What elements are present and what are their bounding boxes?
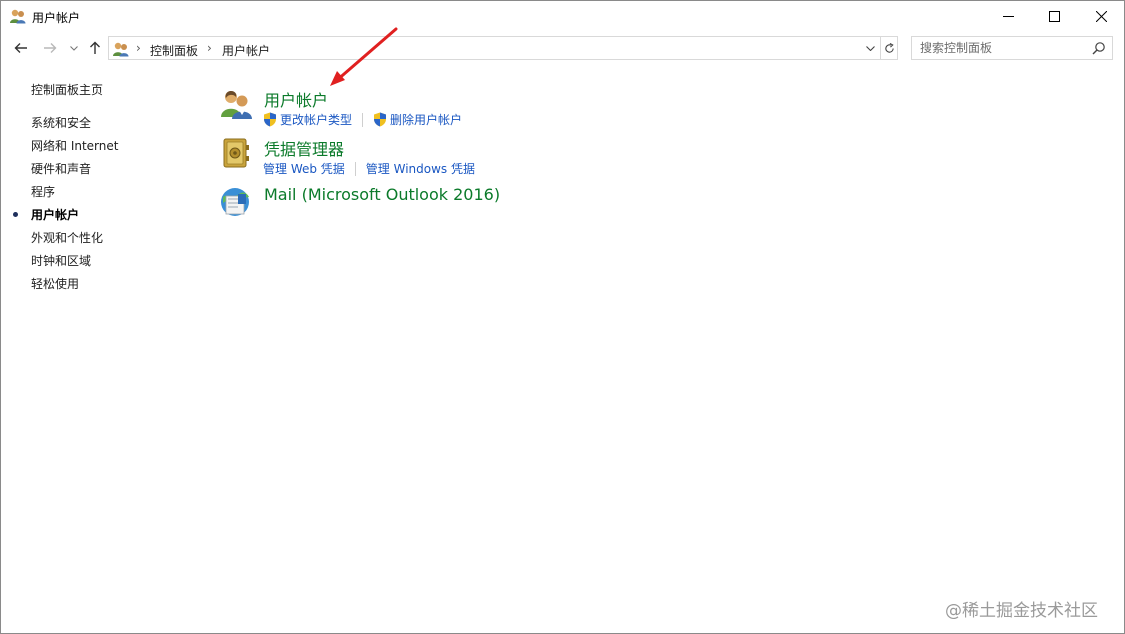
up-button[interactable] xyxy=(85,36,105,60)
sidebar-item-appearance[interactable]: 外观和个性化 xyxy=(31,229,118,252)
sidebar-item-hardware-sound[interactable]: 硬件和声音 xyxy=(31,160,118,183)
breadcrumb-user-accounts[interactable]: 用户帐户 xyxy=(222,42,270,59)
sidebar-item-user-accounts[interactable]: 用户帐户 xyxy=(13,206,118,229)
sidebar-item-system-security[interactable]: 系统和安全 xyxy=(31,114,118,137)
forward-button[interactable] xyxy=(39,36,61,60)
breadcrumb-separator[interactable]: › xyxy=(207,41,212,55)
breadcrumb-control-panel[interactable]: 控制面板 xyxy=(150,42,198,59)
breadcrumb-separator[interactable]: › xyxy=(136,41,141,55)
link-divider xyxy=(362,112,364,127)
navigation-bar: › 控制面板 › 用户帐户 xyxy=(1,34,1124,62)
recent-locations-button[interactable] xyxy=(67,36,81,60)
entry-task-links: 更改帐户类型 删除用户帐户 xyxy=(263,111,462,128)
minimize-button[interactable] xyxy=(985,1,1031,32)
refresh-icon xyxy=(885,42,894,53)
users-icon xyxy=(113,42,129,57)
link-label: 更改帐户类型 xyxy=(280,113,353,127)
close-icon xyxy=(1095,11,1107,22)
manage-windows-credentials-link[interactable]: 管理 Windows 凭据 xyxy=(366,160,475,177)
chevron-down-icon xyxy=(70,45,78,51)
sidebar-item-network-internet[interactable]: 网络和 Internet xyxy=(31,137,118,160)
control-panel-home-link[interactable]: 控制面板主页 xyxy=(31,81,103,98)
uac-shield-icon xyxy=(374,112,387,127)
category-list: 系统和安全 网络和 Internet 硬件和声音 程序 用户帐户 外观和个性化 … xyxy=(13,114,118,298)
minimize-icon xyxy=(1002,16,1014,17)
sidebar-item-ease-of-access[interactable]: 轻松使用 xyxy=(31,275,118,298)
back-button[interactable] xyxy=(10,36,32,60)
search-icon[interactable] xyxy=(1092,41,1106,55)
arrow-right-icon xyxy=(44,43,57,53)
maximize-icon xyxy=(1048,11,1060,22)
search-input[interactable] xyxy=(912,37,1088,59)
arrow-left-icon xyxy=(14,43,27,53)
user-accounts-link[interactable]: 用户帐户 xyxy=(264,87,328,111)
current-page-bullet xyxy=(13,212,18,217)
maximize-button[interactable] xyxy=(1031,1,1077,32)
refresh-button[interactable] xyxy=(880,37,898,59)
uac-shield-icon xyxy=(264,112,276,127)
address-bar[interactable]: › 控制面板 › 用户帐户 xyxy=(108,36,898,60)
credential-manager-link[interactable]: 凭据管理器 xyxy=(264,136,344,160)
watermark-text: @稀土掘金技术社区 xyxy=(945,601,1098,621)
delete-user-account-link[interactable]: 删除用户帐户 xyxy=(373,111,462,128)
credential-vault-icon[interactable] xyxy=(219,136,253,170)
sidebar-item-label: 用户帐户 xyxy=(31,208,80,222)
mail-icon[interactable] xyxy=(219,185,253,219)
title-bar: 用户帐户 xyxy=(1,1,1124,32)
arrow-up-icon xyxy=(90,41,100,54)
sidebar-item-programs[interactable]: 程序 xyxy=(31,183,118,206)
annotation-arrow xyxy=(330,27,398,86)
link-label: 删除用户帐户 xyxy=(390,113,463,127)
close-button[interactable] xyxy=(1078,1,1124,32)
control-panel-window: 用户帐户 › 控制面板 › 用户帐户 搜索控制面板 控制面板主页 系统和安全 网… xyxy=(0,0,1125,634)
users-icon xyxy=(10,9,26,24)
change-account-type-link[interactable]: 更改帐户类型 xyxy=(263,111,352,128)
address-dropdown-button[interactable] xyxy=(861,37,879,59)
entry-task-links: 管理 Web 凭据 管理 Windows 凭据 xyxy=(263,160,475,177)
link-divider xyxy=(354,161,356,176)
manage-web-credentials-link[interactable]: 管理 Web 凭据 xyxy=(263,160,345,177)
sidebar-item-clock-region[interactable]: 时钟和区域 xyxy=(31,252,118,275)
window-title: 用户帐户 xyxy=(32,11,81,25)
users-icon[interactable] xyxy=(219,87,253,121)
chevron-down-icon xyxy=(865,45,875,51)
mail-link[interactable]: Mail (Microsoft Outlook 2016) xyxy=(264,185,500,204)
search-box[interactable] xyxy=(911,36,1113,60)
